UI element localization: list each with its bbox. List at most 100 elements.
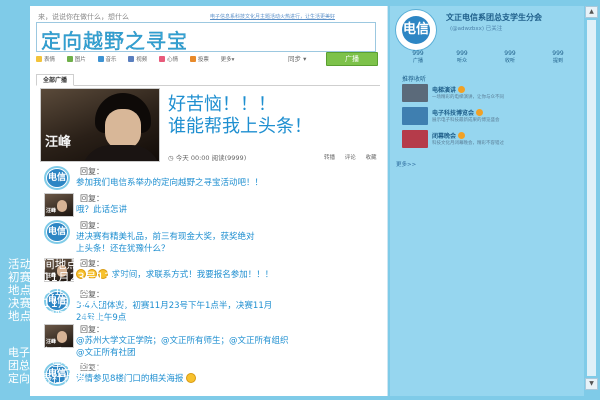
- dx-logo-icon: 电信: [402, 16, 430, 44]
- vote-icon: [189, 56, 196, 62]
- recommend-name-text: 电梯演讲: [432, 87, 457, 94]
- headline-line-2: 谁能帮我上头条！: [168, 116, 312, 137]
- profile-handle: (@adwzbxx) 已关注: [450, 26, 503, 32]
- compose-textarea[interactable]: 定向越野之寻宝: [36, 22, 376, 53]
- stat-value: 999: [552, 50, 564, 57]
- dx-logo-icon: 电信: [47, 223, 67, 241]
- recommend-thumb: [402, 107, 428, 125]
- organizer-line: 电子信息系: [8, 346, 63, 359]
- recommend-desc: 科技文化月闭幕晚会，精彩不容错过: [432, 141, 504, 146]
- post-headline: 好苦恼！！！ 谁能帮我上头条！: [168, 94, 387, 138]
- photo-face: [105, 109, 141, 149]
- profile-stats: 999 广播 999 听众 999 收听 999 提到: [396, 50, 582, 68]
- favorite-link[interactable]: 收藏: [366, 155, 377, 161]
- reply-text: 哦？此话怎讲: [76, 205, 128, 215]
- heart-icon: [159, 56, 166, 62]
- avatar[interactable]: 电信: [44, 166, 70, 190]
- stat-broadcasts[interactable]: 999 广播: [396, 50, 440, 64]
- comment-link[interactable]: 评论: [345, 155, 356, 161]
- recommend-title: 推荐收听: [402, 76, 427, 83]
- reply-line: 上头条！还在犹豫什么？: [76, 244, 170, 254]
- post-meta: ◷ 今天 00:00 阅读(9999): [168, 154, 247, 162]
- recommend-item[interactable]: 闭幕晚会 科技文化月闭幕晚会，精彩不容错过: [402, 130, 572, 152]
- profile-avatar[interactable]: 电信: [396, 10, 436, 50]
- stat-value: 999: [412, 50, 424, 57]
- scrollbar-track[interactable]: [587, 20, 596, 376]
- reply-label: 回复：: [80, 325, 104, 334]
- recommend-thumb: [402, 84, 428, 102]
- stat-listeners[interactable]: 999 听众: [440, 50, 484, 64]
- avatar-text: 汪峰: [46, 208, 57, 214]
- scroll-down-button[interactable]: ▼: [585, 378, 598, 390]
- feed-tabs: 全部广播: [36, 74, 380, 86]
- profile-name[interactable]: 文正电信系团总支学生分会: [446, 12, 542, 23]
- broadcast-button[interactable]: 广播: [326, 52, 378, 66]
- photo-title: 汪峰: [45, 135, 72, 150]
- avatar[interactable]: 汪峰: [44, 324, 74, 348]
- more-tool[interactable]: 更多▾: [221, 55, 235, 63]
- top-banner-link[interactable]: 电子信息系科技文化月主题活动火热进行，让生活更美好: [210, 13, 335, 20]
- compose-text: 定向越野之寻宝: [41, 29, 188, 53]
- recommend-item[interactable]: 电梯演讲 一场精彩的电梯演讲，让你与众不同: [402, 84, 572, 106]
- organizer-info: 电子信息系 团总支、学生分会主办 定向越野社协办: [8, 346, 198, 385]
- recommend-name-text: 电子科技博览会: [432, 110, 475, 117]
- recommend-item[interactable]: 电子科技博览会 展示电子科技最新成果的博览盛会: [402, 107, 572, 129]
- organizer-line: 定向越野社协办: [8, 372, 85, 385]
- page-frame: 来，说说你在做什么，想什么 电子信息系科技文化月主题活动火热进行，让生活更美好 …: [0, 0, 600, 400]
- scroll-up-button[interactable]: ▲: [585, 6, 598, 18]
- music-tool[interactable]: 音乐: [97, 55, 117, 63]
- reply-label: 回复：: [80, 221, 104, 230]
- reply-line: 进决赛有精美礼品，前三有现金大奖，获奖绝对: [76, 232, 255, 242]
- reply-label: 回复：: [80, 194, 104, 203]
- image-icon: [66, 56, 73, 62]
- recommend-name: 电子科技博览会: [432, 108, 484, 117]
- organizer-line: 团总支、学生分会主办: [8, 359, 118, 372]
- event-line: 地点：国际教育园: [8, 309, 102, 323]
- verified-icon: [458, 86, 466, 93]
- reply-text: 进决赛有精美礼品，前三有现金大奖，获奖绝对 上头条！还在犹豫什么？: [76, 231, 376, 255]
- headline-line-1: 好苦恼！！！: [168, 94, 276, 115]
- main-column: 来，说说你在做什么，想什么 电子信息系科技文化月主题活动火热进行，让生活更美好 …: [30, 6, 388, 396]
- music-icon: [97, 56, 104, 62]
- stat-label: 听众: [456, 58, 467, 64]
- dx-logo-icon: 电信: [47, 169, 67, 187]
- verified-icon: [458, 132, 466, 139]
- video-tool[interactable]: 视频: [128, 55, 147, 63]
- sync-toggle[interactable]: 同步 ▾: [288, 53, 306, 63]
- post-actions: 转播 评论 收藏: [316, 153, 377, 161]
- repost-link[interactable]: 转播: [324, 155, 335, 161]
- vote-tool[interactable]: 投票: [189, 55, 209, 63]
- verified-icon: [476, 109, 484, 116]
- avatar[interactable]: 汪峰: [44, 193, 74, 217]
- event-info: 活动时间地点： 初赛：11月23号13:30 地点：文正校区 决赛：11月24号…: [8, 258, 198, 323]
- post-photo[interactable]: 汪峰: [40, 88, 160, 162]
- photo-shoulder: [81, 145, 159, 161]
- stat-label: 收听: [504, 58, 515, 64]
- stat-label: 广播: [412, 58, 423, 64]
- compose-prompt: 来，说说你在做什么，想什么: [38, 13, 129, 21]
- stat-label: 提到: [552, 58, 563, 64]
- avatar-face: [57, 200, 67, 212]
- avatar-face: [57, 331, 67, 343]
- chevron-down-icon: ▾: [231, 57, 235, 63]
- mood-tool[interactable]: 心情: [159, 55, 178, 63]
- tab-all-broadcasts[interactable]: 全部广播: [36, 74, 75, 86]
- avatar-text: 汪峰: [46, 339, 57, 345]
- recommend-desc: 展示电子科技最新成果的博览盛会: [432, 118, 500, 123]
- recommend-name: 电梯演讲: [432, 85, 466, 94]
- video-icon: [128, 56, 135, 62]
- avatar[interactable]: 电信: [44, 220, 70, 244]
- more-link[interactable]: 更多>>: [396, 160, 416, 168]
- reply-text: 参加我们电信系举办的定向越野之寻宝活动吧！！: [76, 178, 264, 188]
- reply-label: 回复：: [80, 167, 104, 176]
- recommend-name-text: 闭幕晚会: [432, 133, 457, 140]
- right-sidebar: 电信 文正电信系团总支学生分会 (@adwzbxx) 已关注 999 广播 999…: [390, 6, 584, 396]
- emoji-tool[interactable]: 表情: [36, 55, 55, 63]
- stat-mentions[interactable]: 999 提到: [536, 50, 580, 64]
- stat-value: 999: [456, 50, 468, 57]
- image-tool[interactable]: 图片: [66, 55, 86, 63]
- recommend-thumb: [402, 130, 428, 148]
- stat-following[interactable]: 999 收听: [488, 50, 532, 64]
- recommend-name: 闭幕晚会: [432, 131, 466, 140]
- chevron-down-icon: ▾: [303, 55, 307, 63]
